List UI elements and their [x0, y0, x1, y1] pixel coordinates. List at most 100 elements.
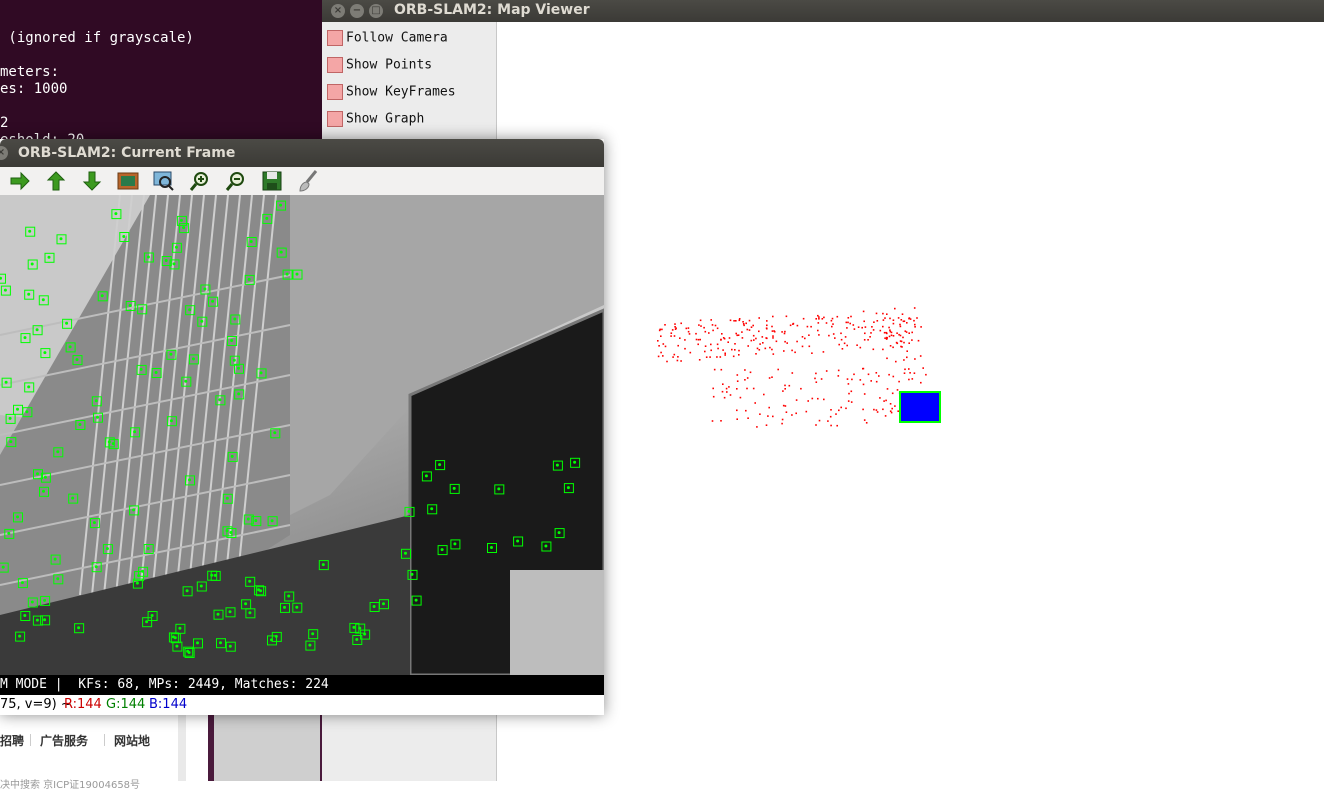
orb-feature-point [28, 229, 32, 233]
map-point [766, 320, 768, 322]
map-point [710, 343, 712, 346]
map-point [736, 409, 738, 412]
arrow-right-icon[interactable] [8, 169, 32, 193]
map-point [914, 358, 916, 360]
orb-feature-point [59, 237, 63, 241]
map-3d-canvas[interactable] [497, 22, 1324, 781]
orb-feature-point [128, 304, 132, 307]
orb-feature-point [404, 551, 407, 555]
map-point [899, 334, 902, 337]
point-cloud-map [657, 307, 941, 428]
map-point [679, 337, 681, 339]
arrow-up-icon[interactable] [44, 169, 68, 193]
map-point [745, 409, 747, 412]
map-point [925, 373, 927, 376]
close-icon[interactable]: × [0, 146, 8, 160]
close-icon[interactable]: × [331, 4, 345, 18]
map-point [738, 349, 740, 352]
show-graph-checkbox[interactable]: Show Graph [327, 111, 424, 133]
footer-link-jobs[interactable]: 招聘 [0, 732, 24, 749]
map-point [845, 407, 847, 410]
map-viewer-titlebar[interactable]: × − □ ORB-SLAM2: Map Viewer [322, 0, 1324, 22]
map-point [716, 327, 719, 330]
map-point [716, 343, 719, 346]
follow-camera-checkbox[interactable]: Follow Camera [327, 30, 448, 52]
map-point [872, 348, 875, 351]
map-point [847, 383, 850, 385]
maximize-icon[interactable]: □ [369, 4, 383, 18]
image-icon[interactable] [116, 169, 140, 193]
show-keyframes-checkbox[interactable]: Show KeyFrames [327, 84, 456, 106]
map-point [699, 319, 702, 322]
map-point [814, 377, 816, 380]
zoom-fit-icon[interactable] [152, 169, 176, 193]
map-point [847, 317, 850, 319]
map-point [850, 315, 852, 318]
orb-feature-point [265, 216, 269, 220]
pixel-coords: 75, v=9) ~ [0, 697, 72, 712]
checkbox-icon[interactable] [327, 84, 343, 100]
map-point [908, 368, 910, 370]
map-point [750, 339, 753, 342]
checkbox-icon[interactable] [327, 111, 343, 127]
map-point [763, 393, 765, 396]
map-point [755, 353, 757, 355]
checkbox-icon[interactable] [327, 57, 343, 73]
map-point [806, 325, 809, 328]
page-scrollbar[interactable] [178, 714, 186, 781]
zoom-in-icon[interactable] [188, 169, 212, 193]
map-point [705, 356, 708, 358]
map-point [657, 355, 660, 358]
map-point [783, 332, 786, 335]
minimize-icon[interactable]: − [350, 4, 364, 18]
map-point [857, 326, 860, 328]
map-point [817, 322, 820, 324]
map-point [900, 340, 903, 343]
orb-feature-point [174, 245, 178, 249]
checkbox-icon[interactable] [327, 30, 343, 46]
map-point [724, 352, 726, 355]
map-point [734, 349, 736, 351]
map-point [766, 327, 768, 330]
map-point [870, 332, 872, 334]
orb-feature-point [363, 632, 367, 636]
map-point [889, 410, 892, 412]
footer-link-ads[interactable]: 广告服务 [40, 732, 88, 749]
map-point [884, 337, 886, 339]
map-point [827, 420, 829, 422]
zoom-out-icon[interactable] [224, 169, 248, 193]
brush-icon[interactable] [296, 169, 320, 193]
map-point [911, 331, 913, 334]
save-icon[interactable] [260, 169, 284, 193]
map-point [889, 345, 892, 347]
map-point [743, 324, 745, 327]
orb-feature-point [200, 319, 204, 323]
show-points-checkbox[interactable]: Show Points [327, 57, 432, 79]
map-point [853, 328, 856, 330]
map-point [875, 409, 878, 411]
map-point [781, 331, 783, 333]
map-point [698, 359, 701, 361]
map-point [883, 400, 885, 402]
current-frame-titlebar[interactable]: × ORB-SLAM2: Current Frame [0, 139, 604, 167]
map-point [784, 405, 787, 407]
map-point [794, 351, 796, 354]
map-point [886, 388, 889, 390]
orb-feature-point [146, 255, 150, 259]
map-point [889, 403, 892, 405]
map-point [810, 325, 812, 328]
orb-feature-point [246, 517, 250, 521]
footer-link-sitemap[interactable]: 网站地 [114, 732, 150, 749]
camera-frame-image[interactable] [0, 195, 604, 675]
image-toolbar [0, 167, 604, 196]
map-point [847, 321, 849, 324]
map-point [863, 419, 866, 421]
map-point [890, 334, 893, 337]
map-point [708, 332, 710, 334]
map-point [712, 329, 714, 332]
map-point [876, 411, 879, 413]
arrow-down-icon[interactable] [80, 169, 104, 193]
orb-feature-point [25, 410, 29, 414]
map-point [680, 360, 682, 362]
orb-feature-point [18, 634, 22, 638]
